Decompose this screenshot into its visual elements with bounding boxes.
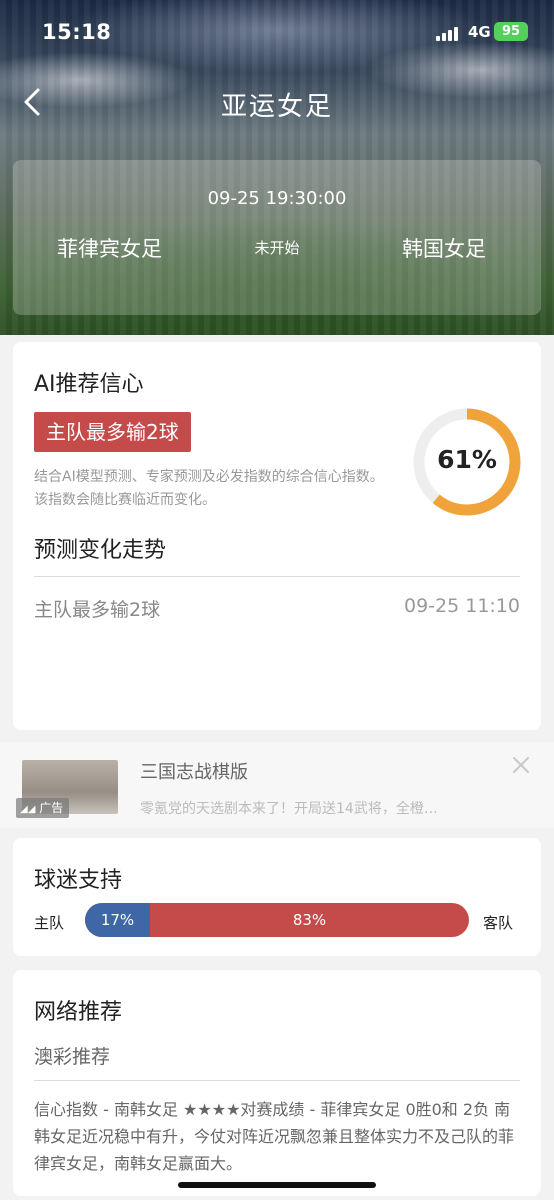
fan-support-bar[interactable]: 17% 83%	[85, 903, 469, 937]
home-label: 主队	[34, 914, 65, 932]
home-indicator[interactable]	[178, 1182, 376, 1188]
ad-tag: ◢◢ 广告	[16, 798, 70, 818]
home-support-segment[interactable]: 17%	[85, 903, 150, 937]
divider	[34, 576, 520, 577]
recommendation-text: 信心指数 - 南韩女足 ★★★★对赛成绩 - 菲律宾女足 0胜0和 2负 南韩女…	[34, 1100, 515, 1173]
trend-item-pick: 主队最多输2球	[34, 599, 161, 621]
ai-pick-badge: 主队最多输2球	[34, 412, 191, 452]
ad-title[interactable]: 三国志战棋版	[140, 758, 248, 784]
recommendation-source: 澳彩推荐	[34, 1046, 111, 1068]
ai-description: 结合AI模型预测、专家预测及必发指数的综合信心指数。该指数会随比赛临近而变化。	[34, 469, 384, 508]
ad-logo-icon: ◢◢	[20, 804, 36, 815]
page-title: 亚运女足	[220, 92, 333, 122]
status-bar: 15:18 4G 95	[0, 0, 554, 64]
ai-card-title: AI推荐信心	[34, 372, 144, 397]
signal-strength-icon	[436, 27, 462, 41]
status-time: 15:18	[42, 20, 112, 44]
battery-icon: 95	[494, 22, 528, 41]
divider	[34, 1080, 520, 1081]
network-type: 4G	[468, 23, 491, 41]
network-recommendation-card: 网络推荐 澳彩推荐 信心指数 - 南韩女足 ★★★★对赛成绩 - 菲律宾女足 0…	[13, 970, 541, 1196]
away-team-name[interactable]: 韩国女足	[402, 233, 486, 263]
away-label: 客队	[483, 914, 514, 932]
away-support-segment[interactable]: 83%	[150, 903, 469, 937]
match-info-card: 09-25 19:30:00 菲律宾女足 未开始 韩国女足	[13, 160, 541, 315]
network-card-title: 网络推荐	[34, 1000, 123, 1025]
confidence-percent: 61%	[437, 445, 497, 474]
ai-confidence-card: AI推荐信心 主队最多输2球 结合AI模型预测、专家预测及必发指数的综合信心指数…	[13, 342, 541, 730]
trend-item-time: 09-25 11:10	[403, 595, 520, 617]
match-datetime: 09-25 19:30:00	[207, 188, 347, 209]
ad-description[interactable]: 零氪党的天选剧本来了！开局送14武将，全橙…	[140, 798, 438, 818]
ad-banner[interactable]: ◢◢ 广告 三国志战棋版 零氪党的天选剧本来了！开局送14武将，全橙…	[0, 742, 554, 828]
fan-support-card: 球迷支持 主队 17% 83% 客队	[13, 838, 541, 956]
fan-card-title: 球迷支持	[34, 868, 123, 893]
trend-title: 预测变化走势	[34, 538, 167, 563]
close-icon[interactable]	[510, 754, 532, 776]
ad-tag-label: 广告	[39, 801, 64, 815]
